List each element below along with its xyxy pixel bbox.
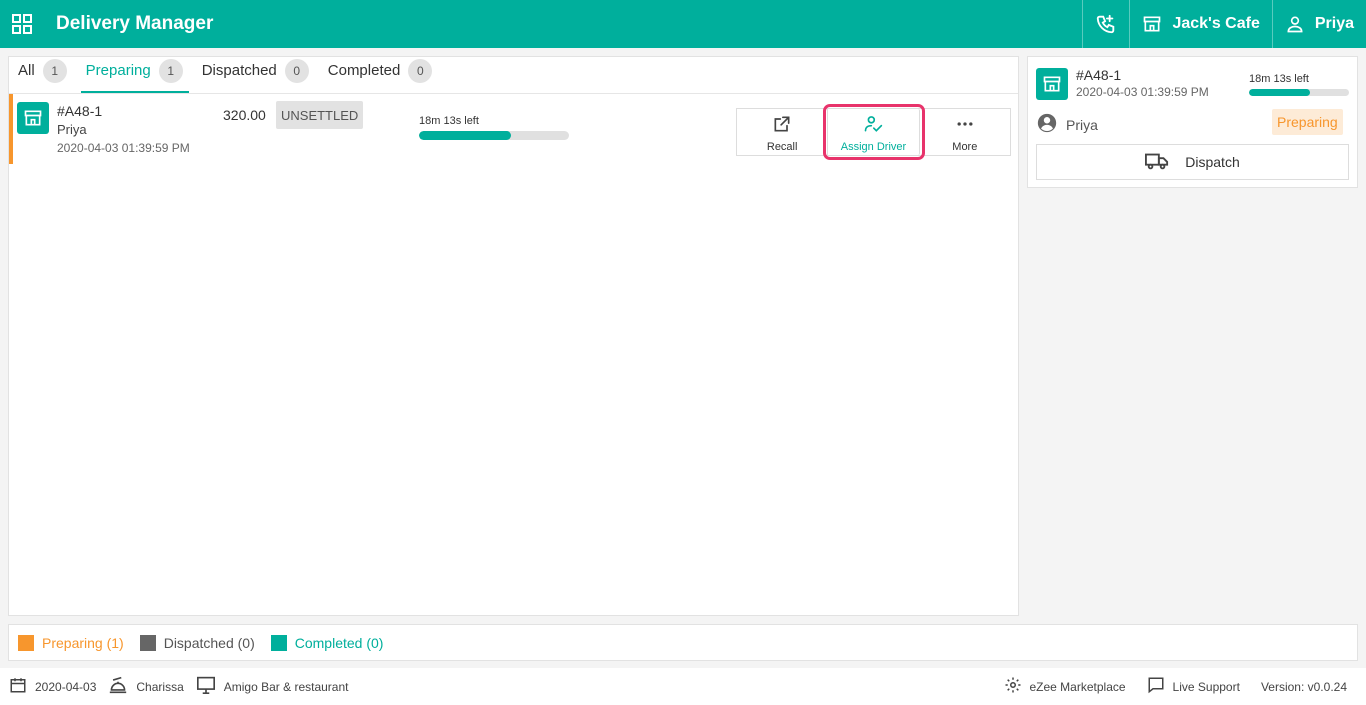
store-selector[interactable]: Jack's Cafe xyxy=(1129,0,1271,48)
detail-customer-name: Priya xyxy=(1066,116,1098,133)
legend-preparing: Preparing (1) xyxy=(18,634,124,651)
status-footer: 2020-04-03 Charissa Amigo Bar & restaura… xyxy=(0,668,1366,705)
footer-outlet: Amigo Bar & restaurant xyxy=(196,676,349,697)
recall-button[interactable]: Recall xyxy=(737,109,829,155)
waiter-icon xyxy=(108,676,128,697)
footer-staff: Charissa xyxy=(108,676,184,697)
chat-icon xyxy=(1147,676,1165,697)
apps-grid-icon[interactable] xyxy=(0,0,44,48)
dispatch-button[interactable]: Dispatch xyxy=(1036,144,1349,180)
footer-date-text: 2020-04-03 xyxy=(35,679,97,694)
assign-driver-label: Assign Driver xyxy=(840,141,907,153)
tab-all[interactable]: All 1 xyxy=(13,56,73,93)
legend-completed: Completed (0) xyxy=(270,634,384,651)
detail-progress-fill xyxy=(1249,89,1310,96)
tab-count-badge: 0 xyxy=(284,58,309,83)
order-row[interactable]: #A48-1 Priya 2020-04-03 01:39:59 PM 320.… xyxy=(9,94,1018,164)
app-title: Delivery Manager xyxy=(56,13,214,34)
order-detail-panel: #A48-1 2020-04-03 01:39:59 PM 18m 13s le… xyxy=(1027,56,1358,188)
tab-label: Completed xyxy=(327,62,401,79)
truck-icon xyxy=(1145,151,1169,174)
user-check-icon xyxy=(863,114,883,137)
detail-progress-bar xyxy=(1249,89,1349,96)
tab-count-badge: 1 xyxy=(158,58,183,83)
live-support-link[interactable]: Live Support xyxy=(1147,676,1240,697)
tab-label: Preparing xyxy=(85,62,151,79)
order-id: #A48-1 xyxy=(57,103,103,119)
detail-customer: Priya xyxy=(1036,112,1098,137)
tab-count-badge: 0 xyxy=(408,58,433,83)
assign-driver-button[interactable]: Assign Driver xyxy=(823,104,925,160)
order-customer: Priya xyxy=(57,122,87,137)
tab-label: All xyxy=(18,62,35,79)
legend-label: Completed (0) xyxy=(294,634,384,651)
user-name: Priya xyxy=(1314,15,1354,32)
order-datetime: 2020-04-03 01:39:59 PM xyxy=(57,141,190,155)
legend-swatch xyxy=(18,634,34,651)
tab-dispatched[interactable]: Dispatched 0 xyxy=(197,56,315,93)
legend-label: Dispatched (0) xyxy=(163,634,255,651)
tab-preparing[interactable]: Preparing 1 xyxy=(80,56,189,93)
version-text: Version: v0.0.24 xyxy=(1260,679,1347,694)
legend-swatch xyxy=(139,634,156,651)
store-icon xyxy=(1036,68,1068,100)
phone-plus-icon xyxy=(1095,13,1117,35)
store-name: Jack's Cafe xyxy=(1172,15,1260,32)
calendar-icon xyxy=(9,676,27,697)
footer-date: 2020-04-03 xyxy=(9,676,96,697)
store-icon xyxy=(17,102,49,134)
detail-time-left: 18m 13s left xyxy=(1249,73,1309,85)
status-badge: Preparing xyxy=(1272,109,1343,135)
order-tabs: All 1 Preparing 1 Dispatched 0 Completed… xyxy=(9,57,1018,94)
account-circle-icon xyxy=(1036,112,1058,137)
add-call-button[interactable] xyxy=(1082,0,1129,48)
time-left: 18m 13s left xyxy=(419,115,479,127)
dispatch-label: Dispatch xyxy=(1185,154,1240,170)
legend-dispatched: Dispatched (0) xyxy=(139,634,255,651)
more-label: More xyxy=(952,141,978,153)
footer-staff-text: Charissa xyxy=(136,679,184,694)
more-dots-icon xyxy=(955,114,975,137)
tab-label: Dispatched xyxy=(201,62,277,79)
tab-count-badge: 1 xyxy=(42,58,67,83)
top-bar: Delivery Manager Jack's Cafe Priya xyxy=(0,0,1366,48)
store-icon xyxy=(1142,14,1162,34)
legend-swatch xyxy=(270,634,287,651)
footer-outlet-text: Amigo Bar & restaurant xyxy=(223,679,349,694)
detail-order-id: #A48-1 xyxy=(1076,67,1122,83)
marketplace-label: eZee Marketplace xyxy=(1029,679,1126,694)
payment-status-badge: UNSETTLED xyxy=(276,101,364,129)
legend-label: Preparing (1) xyxy=(42,634,124,651)
live-support-label: Live Support xyxy=(1172,679,1240,694)
gear-icon xyxy=(1004,676,1022,697)
order-amount: 320.00 xyxy=(223,107,266,123)
user-icon xyxy=(1285,14,1305,34)
user-menu[interactable]: Priya xyxy=(1271,0,1366,48)
orders-panel: All 1 Preparing 1 Dispatched 0 Completed… xyxy=(8,56,1019,616)
more-button[interactable]: More xyxy=(920,109,1010,155)
monitor-icon xyxy=(196,676,216,697)
external-link-icon xyxy=(772,114,792,137)
recall-label: Recall xyxy=(766,141,798,153)
time-progress-bar xyxy=(419,131,569,140)
tab-completed[interactable]: Completed 0 xyxy=(323,56,439,93)
marketplace-link[interactable]: eZee Marketplace xyxy=(1004,676,1126,697)
detail-datetime: 2020-04-03 01:39:59 PM xyxy=(1076,85,1209,99)
time-progress-fill xyxy=(419,131,511,140)
status-legend: Preparing (1) Dispatched (0) Completed (… xyxy=(8,624,1358,661)
order-actions: Recall Assign Driver More xyxy=(736,104,1011,160)
